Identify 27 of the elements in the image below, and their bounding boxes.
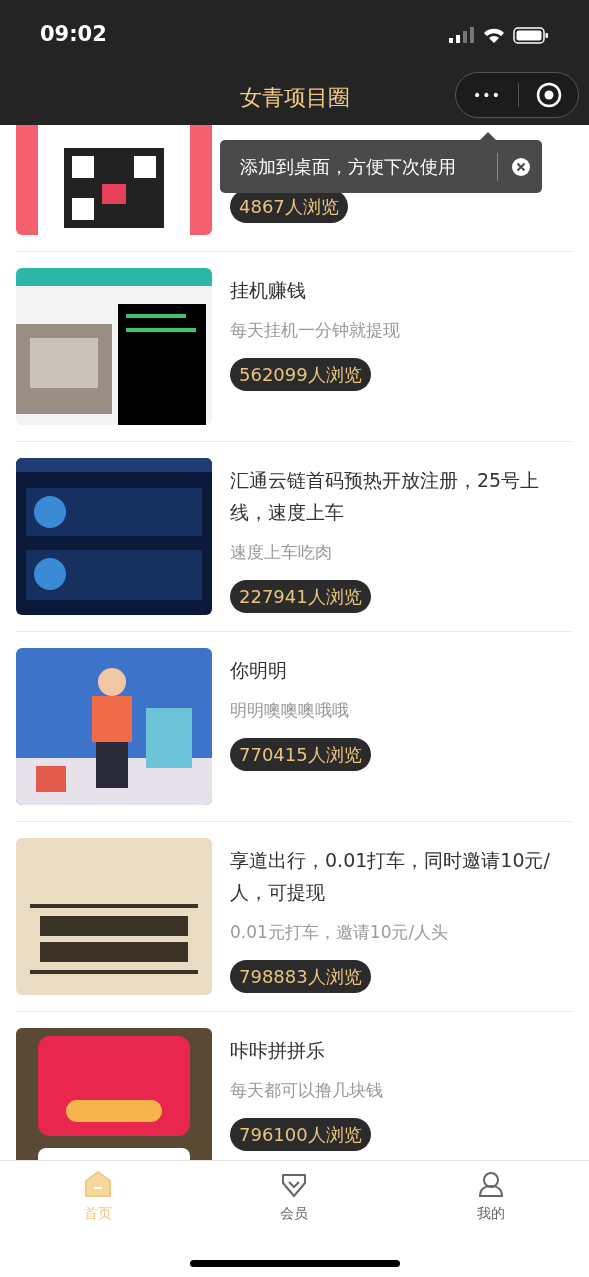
tab-item[interactable]: 我的 — [392, 1161, 589, 1224]
item-subtitle: 每天都可以撸几块钱 — [230, 1079, 383, 1102]
wifi-icon — [483, 27, 505, 43]
close-icon[interactable] — [536, 82, 562, 108]
home-icon — [83, 1169, 114, 1199]
signal-icon — [449, 27, 475, 43]
status-time: 09:02 — [40, 21, 107, 49]
views-badge: 796100人浏览 — [230, 1117, 371, 1151]
close-icon[interactable] — [512, 157, 530, 176]
views-badge: 562099人浏览 — [230, 357, 371, 391]
views-badge: 227941人浏览 — [230, 579, 371, 613]
views-badge: 798883人浏览 — [230, 959, 371, 993]
item-title[interactable]: 汇通云链首码预热开放注册，25号上线，速度上车 — [230, 464, 557, 528]
page-title: 女青项目圈 — [239, 84, 350, 112]
item-title[interactable]: 享道出行，0.01打车，同时邀请10元/人，可提现 — [230, 844, 557, 908]
item-title[interactable]: 挂机赚钱 — [230, 274, 306, 306]
item-subtitle: 明明噢噢噢哦哦 — [230, 699, 349, 722]
item-subtitle: 速度上车吃肉 — [230, 541, 332, 564]
tooltip-text: 添加到桌面，方便下次使用 — [240, 155, 456, 179]
battery-icon — [513, 26, 549, 44]
item-subtitle: 0.01元打车，邀请10元/人头 — [230, 921, 449, 944]
more-button[interactable]: ••• — [456, 73, 518, 117]
views-badge: 770415人浏览 — [230, 737, 371, 771]
item-subtitle: 每天挂机一分钟就提现 — [230, 319, 400, 342]
item-title[interactable]: 你明明 — [230, 654, 287, 686]
tab-item[interactable]: 会员 — [196, 1161, 393, 1224]
item-title[interactable]: 咔咔拼拼乐 — [230, 1034, 325, 1066]
